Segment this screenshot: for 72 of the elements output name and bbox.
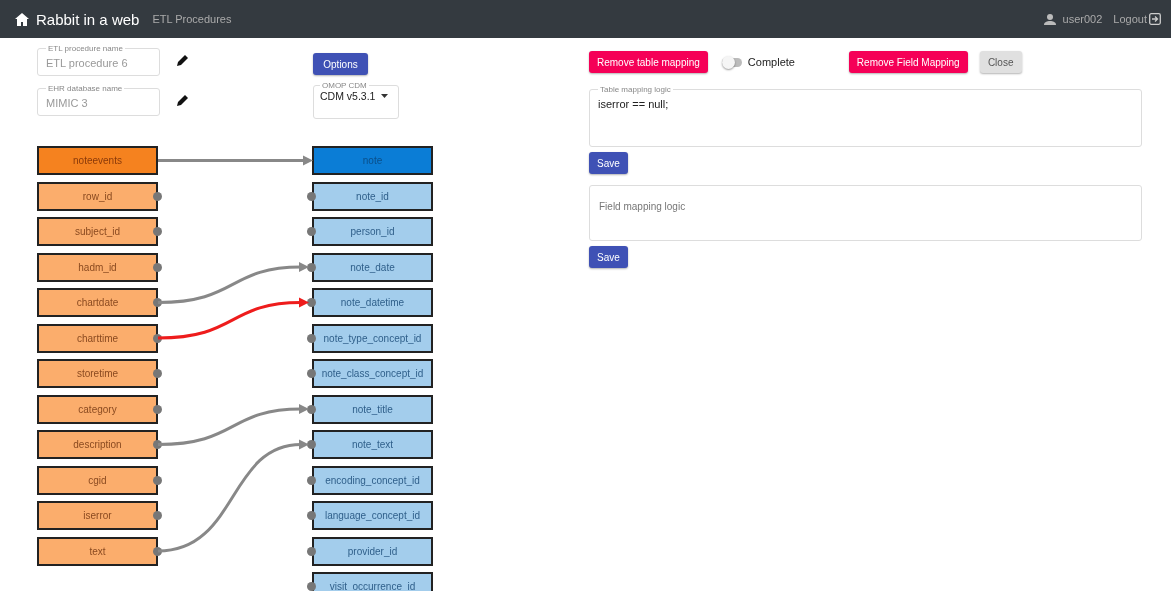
save-button[interactable]: Save (589, 246, 628, 268)
source-field-node[interactable]: description (37, 430, 158, 459)
port-dot[interactable] (307, 511, 316, 520)
target-field-node[interactable]: note_title (312, 394, 433, 424)
table-mapping-logic-field[interactable]: Table mapping logic iserror == null; (589, 85, 1142, 147)
complete-label: Complete (747, 56, 795, 68)
port-dot[interactable] (307, 227, 316, 236)
pencil-icon[interactable] (177, 94, 189, 106)
port-dot[interactable] (153, 369, 162, 378)
target-field-node[interactable]: note_text (312, 430, 433, 459)
port-dot[interactable] (153, 262, 162, 272)
cdm-select[interactable]: OMOP CDM CDM v5.3.1 (313, 81, 399, 119)
logout-link[interactable]: Logout (1113, 13, 1161, 25)
port-dot[interactable] (153, 440, 162, 449)
field-mapping-logic-field[interactable]: Field mapping logic (589, 185, 1142, 241)
target-field-node[interactable]: note_datetime (312, 288, 433, 317)
target-field-node[interactable]: note_type_concept_id (312, 323, 433, 353)
source-field-node[interactable]: category (37, 394, 158, 424)
brand-link[interactable]: Rabbit in a web (36, 10, 140, 28)
field-mapping-connector[interactable] (157, 262, 309, 304)
port-dot[interactable] (307, 582, 316, 591)
source-field-node[interactable]: charttime (37, 323, 158, 353)
target-field-node[interactable]: note_date (312, 252, 433, 282)
source-field-node[interactable]: row_id (37, 181, 158, 211)
save-button[interactable]: Save (589, 152, 628, 174)
remove-table-mapping-button[interactable]: Remove table mapping (589, 51, 708, 73)
field-mapping-connector[interactable] (157, 439, 309, 553)
port-dot[interactable] (153, 191, 162, 201)
port-dot[interactable] (307, 369, 316, 378)
pencil-icon[interactable] (177, 54, 189, 66)
port-dot[interactable] (307, 298, 316, 307)
target-field-node[interactable]: encoding_concept_id (312, 465, 433, 495)
port-dot[interactable] (307, 475, 316, 485)
nav-link[interactable]: ETL Procedures (152, 13, 232, 25)
home-icon[interactable] (15, 12, 29, 26)
port-dot[interactable] (307, 404, 316, 414)
port-dot[interactable] (153, 298, 162, 307)
logout-icon[interactable] (1149, 13, 1161, 25)
complete-switch[interactable] (721, 57, 742, 67)
port-dot[interactable] (307, 440, 316, 449)
source-field-node[interactable]: subject_id (37, 217, 158, 246)
port-dot[interactable] (307, 262, 316, 272)
target-field-node[interactable]: note_id (312, 181, 433, 211)
target-field-node[interactable]: provider_id (312, 536, 433, 566)
port-dot[interactable] (153, 475, 162, 485)
field-mapping-connector[interactable] (157, 404, 309, 446)
close-button[interactable]: Close (979, 51, 1022, 73)
user-icon (1043, 13, 1056, 25)
port-dot[interactable] (153, 511, 162, 520)
source-field-node[interactable]: iserror (37, 501, 158, 530)
port-dot[interactable] (153, 404, 162, 414)
table-mapping-arrow[interactable] (158, 155, 313, 166)
options-button[interactable]: Options (313, 53, 368, 75)
username: user002 (1062, 13, 1103, 25)
target-field-node[interactable]: note_class_concept_id (312, 359, 433, 388)
target-field-node[interactable]: language_concept_id (312, 501, 433, 530)
remove-field-mapping-button[interactable]: Remove Field Mapping (848, 51, 968, 73)
source-field-node[interactable]: cgid (37, 465, 158, 495)
source-field-node[interactable]: hadm_id (37, 252, 158, 282)
source-table-node[interactable]: noteevents (37, 146, 158, 175)
port-dot[interactable] (153, 333, 162, 343)
field-mapping-connector[interactable] (157, 297, 309, 340)
port-dot[interactable] (153, 546, 162, 556)
target-field-node[interactable]: person_id (312, 217, 433, 246)
caret-icon (381, 94, 389, 98)
port-dot[interactable] (307, 546, 316, 556)
port-dot[interactable] (153, 227, 162, 236)
source-field-node[interactable]: text (37, 536, 158, 566)
source-field-node[interactable]: storetime (37, 359, 158, 388)
port-dot[interactable] (307, 333, 316, 343)
port-dot[interactable] (307, 191, 316, 201)
source-field-node[interactable]: chartdate (37, 288, 158, 317)
